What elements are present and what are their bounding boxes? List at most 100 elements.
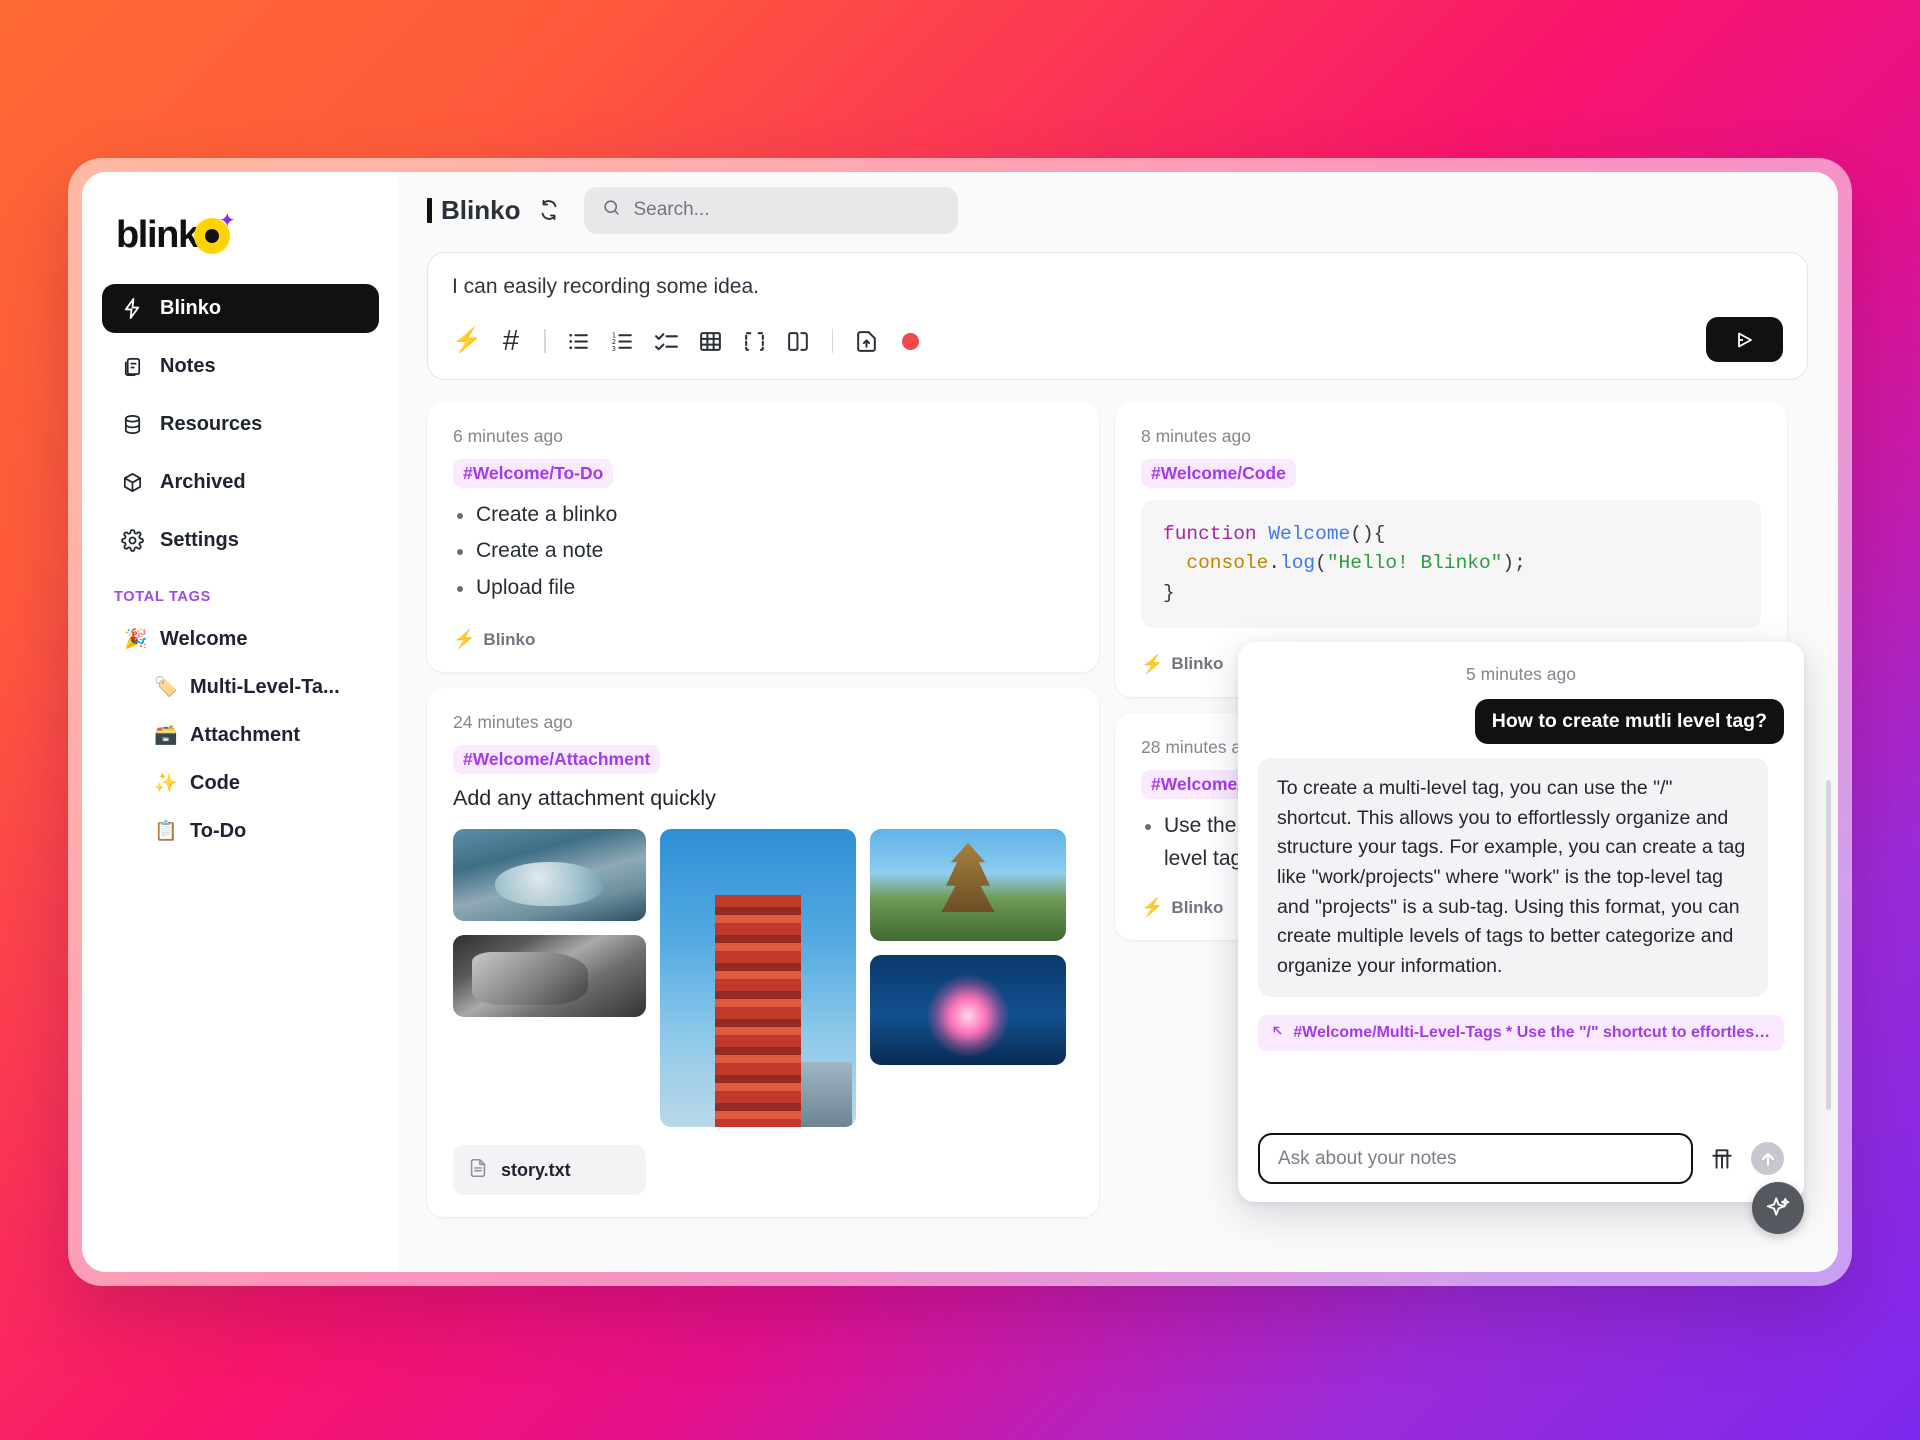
code-string: "Hello! Blinko" — [1326, 552, 1503, 575]
clipboard-icon: 📋 — [154, 821, 178, 842]
tag-item-label: Attachment — [190, 723, 301, 746]
attachment-file[interactable]: story.txt — [453, 1145, 646, 1196]
chat-user-message: How to create mutli level tag? — [1474, 699, 1784, 744]
bullet-list-icon[interactable] — [564, 326, 594, 356]
note-title: Add any attachment quickly — [453, 786, 716, 811]
attachment-image-grid — [453, 829, 1073, 1128]
code-punctuation: . — [1268, 552, 1281, 575]
attachment-image[interactable] — [660, 829, 856, 1128]
attachment-image[interactable] — [453, 829, 646, 922]
tag-item-welcome[interactable]: 🎉 Welcome — [102, 615, 379, 663]
search-input[interactable] — [633, 199, 941, 221]
app-window-inner: blink ✦ Blinko Notes Resources Archived … — [82, 172, 1838, 1272]
ai-assistant-fab[interactable] — [1752, 1182, 1804, 1234]
send-button[interactable] — [1706, 317, 1783, 362]
sidebar: blink ✦ Blinko Notes Resources Archived … — [82, 172, 399, 1272]
note-footer-label: Blinko — [1171, 897, 1224, 917]
tag-list: 🎉 Welcome 🏷️ Multi-Level-Ta... 🗃️ Attach… — [102, 615, 379, 855]
label-tag-icon: 🏷️ — [154, 677, 178, 698]
tag-item-code[interactable]: ✨ Code — [102, 759, 379, 807]
note-tag-chip[interactable]: #Welcome/Attachment — [453, 745, 661, 775]
code-keyword: function — [1163, 523, 1257, 545]
tag-item-attachment[interactable]: 🗃️ Attachment — [102, 711, 379, 759]
code-method: log — [1280, 552, 1316, 575]
table-icon[interactable] — [696, 326, 726, 356]
app-logo[interactable]: blink ✦ — [102, 198, 379, 264]
numbered-list-icon[interactable]: 123 — [608, 326, 638, 356]
checklist-icon[interactable] — [652, 326, 682, 356]
hash-icon[interactable]: # — [496, 326, 526, 356]
code-function-name: Welcome — [1268, 523, 1351, 545]
list-item: Create a note — [453, 536, 1073, 566]
search-box[interactable] — [584, 186, 959, 234]
clear-conversation-icon[interactable] — [1707, 1144, 1737, 1174]
tag-item-label: Welcome — [160, 627, 248, 650]
page-title: Blinko — [427, 195, 520, 226]
code-object: console — [1186, 552, 1269, 575]
bolt-icon: ⚡ — [1141, 653, 1164, 674]
sparkles-icon: ✨ — [154, 773, 178, 794]
chat-reference-text: #Welcome/Multi-Level-Tags * Use the "/" … — [1293, 1024, 1772, 1042]
total-tags-header: TOTAL TAGS — [114, 589, 211, 605]
code-block-icon[interactable] — [740, 326, 770, 356]
ai-chat-panel: 5 minutes ago How to create mutli level … — [1238, 642, 1804, 1202]
note-card[interactable]: 6 minutes ago #Welcome/To-Do Create a bl… — [427, 402, 1099, 673]
sidebar-item-archived[interactable]: Archived — [102, 458, 379, 507]
chat-send-button[interactable] — [1751, 1142, 1784, 1175]
split-view-icon[interactable] — [784, 326, 814, 356]
tag-item-label: Multi-Level-Ta... — [190, 675, 340, 698]
sidebar-item-blinko[interactable]: Blinko — [102, 284, 379, 333]
record-icon[interactable] — [895, 326, 925, 356]
bolt-icon[interactable]: ⚡ — [452, 326, 482, 356]
sidebar-item-notes[interactable]: Notes — [102, 342, 379, 391]
attachment-image[interactable] — [453, 935, 646, 1018]
sidebar-item-settings[interactable]: Settings — [102, 516, 379, 565]
toolbar-divider — [544, 329, 546, 353]
sidebar-item-label: Blinko — [160, 297, 222, 319]
top-bar: Blinko — [399, 172, 1838, 248]
tag-item-label: To-Do — [190, 819, 247, 842]
sidebar-nav: Blinko Notes Resources Archived Settings — [102, 284, 379, 565]
tag-item-multi-level-tags[interactable]: 🏷️ Multi-Level-Ta... — [102, 663, 379, 711]
notes-icon — [120, 355, 144, 379]
code-punctuation: ( — [1315, 552, 1327, 575]
chat-reference-chip[interactable]: #Welcome/Multi-Level-Tags * Use the "/" … — [1258, 1015, 1784, 1052]
editor-text[interactable]: I can easily recording some idea. — [452, 275, 1783, 299]
note-footer-label: Blinko — [483, 629, 536, 649]
search-icon — [602, 198, 621, 222]
tag-item-todo[interactable]: 📋 To-Do — [102, 807, 379, 855]
logo-text: blink — [116, 214, 199, 256]
note-bullet-list: Create a blinko Create a note Upload fil… — [453, 500, 1073, 603]
sidebar-item-label: Resources — [160, 413, 263, 435]
note-editor[interactable]: I can easily recording some idea. ⚡ # 12… — [427, 252, 1808, 380]
list-item: Create a blinko — [453, 500, 1073, 530]
chat-ai-message: To create a multi-level tag, you can use… — [1258, 758, 1769, 998]
app-window: blink ✦ Blinko Notes Resources Archived … — [68, 158, 1852, 1286]
note-footer: ⚡ Blinko — [453, 629, 1073, 650]
chat-input-row — [1258, 1119, 1784, 1184]
file-upload-icon[interactable] — [851, 326, 881, 356]
note-tag-chip[interactable]: #Welcome/Code — [1141, 459, 1296, 488]
chat-messages: How to create mutli level tag? To create… — [1258, 699, 1784, 1119]
toolbar-divider — [831, 329, 833, 353]
attachment-file-name: story.txt — [501, 1159, 571, 1180]
code-punctuation: (){ — [1350, 523, 1386, 545]
attachment-image[interactable] — [870, 955, 1066, 1066]
attachment-image[interactable] — [870, 829, 1066, 942]
box-icon — [120, 471, 144, 495]
file-box-icon: 🗃️ — [154, 725, 178, 746]
note-tag-chip[interactable]: #Welcome/To-Do — [453, 459, 614, 488]
gear-icon — [120, 529, 144, 553]
chat-input[interactable] — [1258, 1133, 1693, 1184]
scrollbar[interactable] — [1826, 780, 1831, 1110]
code-punctuation: ); — [1502, 552, 1526, 575]
note-card[interactable]: 24 minutes ago #Welcome/Attachment Add a… — [427, 688, 1099, 1218]
refresh-icon[interactable] — [538, 199, 560, 221]
code-block: function Welcome(){ console.log("Hello! … — [1141, 500, 1761, 628]
sidebar-item-resources[interactable]: Resources — [102, 400, 379, 449]
tag-item-label: Code — [190, 771, 240, 794]
bolt-icon — [120, 297, 144, 321]
notes-column-left: 6 minutes ago #Welcome/To-Do Create a bl… — [427, 402, 1099, 1272]
code-punctuation: } — [1163, 581, 1175, 604]
arrow-up-left-icon — [1270, 1023, 1284, 1043]
